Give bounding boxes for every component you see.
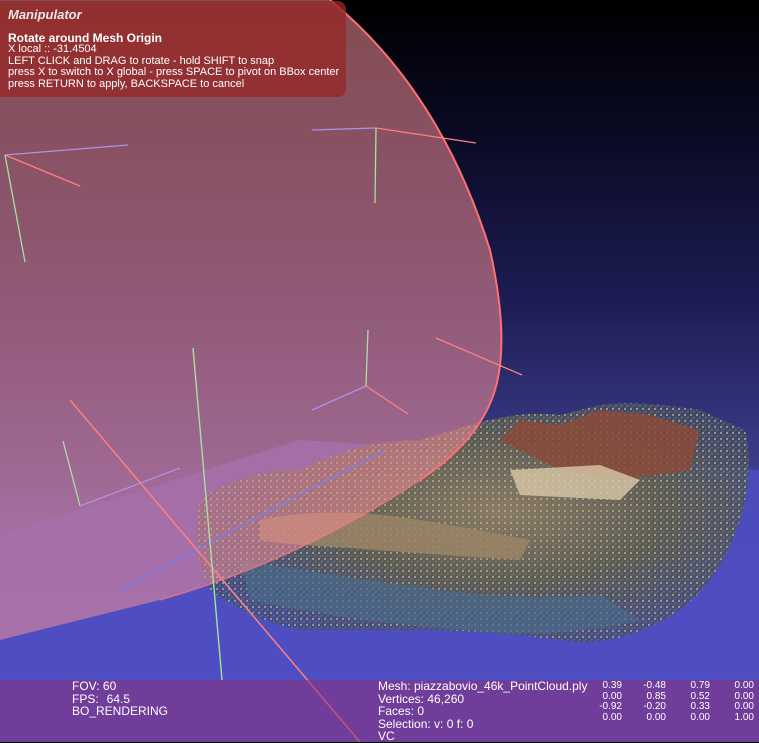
matrix-cell: 0.00: [690, 711, 710, 723]
face-count: Faces: 0: [378, 704, 425, 718]
matrix-cell: -0.92: [599, 701, 622, 712]
matrix-cell: 0.00: [734, 701, 754, 712]
matrix-cell: -0.20: [643, 701, 666, 712]
matrix-cell: 0.00: [646, 711, 666, 723]
matrix-cell: 0.79: [690, 680, 710, 691]
manipulator-panel: Manipulator Rotate around Mesh Origin X …: [0, 1, 346, 97]
vertex-color-flag: VC: [378, 729, 395, 743]
matrix-cell: 0.00: [602, 711, 622, 723]
selection-info: Selection: v: 0 f: 0: [378, 716, 474, 731]
matrix-row: -0.92 -0.20 0.33 0.00: [596, 701, 754, 713]
render-info: FOV: 60 FPS: 64.5 BO_RENDERING: [72, 680, 168, 718]
matrix-cell: 0.33: [690, 701, 710, 712]
scene-svg: [0, 0, 759, 742]
matrix-cell: -0.48: [643, 680, 666, 691]
render-mode: BO_RENDERING: [72, 704, 169, 718]
matrix-cell: 0.39: [602, 680, 622, 691]
mesh-info: Mesh: piazzabovio_46k_PointCloud.ply Ver…: [378, 680, 587, 743]
3d-viewport[interactable]: [0, 0, 759, 742]
matrix-row: 0.39 -0.48 0.79 0.00: [596, 680, 754, 692]
mesh-name: Mesh: piazzabovio_46k_PointCloud.ply: [378, 679, 588, 693]
panel-title: Manipulator: [8, 7, 82, 22]
manipulator-hint: press RETURN to apply, BACKSPACE to canc…: [8, 77, 245, 90]
info-overlay: FOV: 60 FPS: 64.5 BO_RENDERING Mesh: piaz…: [0, 680, 759, 742]
transform-matrix: 0.39 -0.48 0.79 0.00 0.00 0.85 0.52 0.00…: [596, 680, 754, 724]
manipulator-value: X local :: -31.4504: [8, 43, 97, 55]
matrix-cell: 1.00: [734, 711, 754, 723]
matrix-row: 0.00 0.00 0.00 1.00: [596, 711, 754, 724]
matrix-cell: 0.00: [734, 680, 754, 691]
manipulator-hint: press X to switch to X global - press SP…: [8, 66, 340, 78]
